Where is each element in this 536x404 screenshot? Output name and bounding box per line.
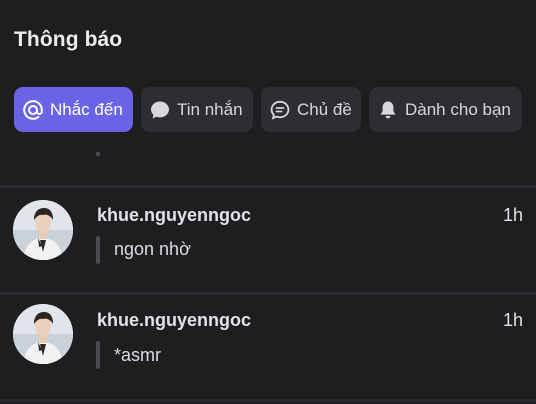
topic-bubble-icon	[269, 99, 291, 121]
tab-messages[interactable]: Tin nhắn	[141, 87, 253, 132]
avatar[interactable]	[13, 200, 73, 260]
tab-mentions-label: Nhắc đến	[50, 99, 123, 119]
tab-mentions[interactable]: Nhắc đến	[14, 87, 133, 132]
filter-tabs: Nhắc đến Tin nhắn Chủ đề Dành cho bạn	[14, 87, 522, 132]
quote-bar	[96, 341, 100, 369]
tab-messages-label: Tin nhắn	[177, 99, 243, 119]
chat-bubble-icon	[149, 99, 171, 121]
message-text: ngon nhờ	[114, 239, 191, 259]
username[interactable]: khue.nguyenngoc	[97, 205, 251, 226]
divider	[0, 399, 536, 402]
tab-for-you-label: Dành cho bạn	[405, 99, 511, 119]
bell-icon	[377, 99, 399, 121]
tab-topics[interactable]: Chủ đề	[261, 87, 361, 132]
notification-row[interactable]: khue.nguyenngoc 1h ngon nhờ	[0, 188, 536, 292]
message-text: *asmr	[114, 345, 162, 365]
scroll-marker	[96, 152, 100, 156]
quote-bar	[96, 236, 100, 264]
timestamp: 1h	[502, 205, 523, 225]
page-title: Thông báo	[14, 28, 123, 51]
timestamp: 1h	[502, 310, 523, 330]
tab-for-you[interactable]: Dành cho bạn	[369, 87, 522, 132]
at-icon	[22, 99, 44, 121]
avatar[interactable]	[13, 304, 73, 364]
notification-row[interactable]: khue.nguyenngoc 1h *asmr	[0, 295, 536, 399]
username[interactable]: khue.nguyenngoc	[97, 310, 251, 331]
tab-topics-label: Chủ đề	[297, 99, 352, 119]
